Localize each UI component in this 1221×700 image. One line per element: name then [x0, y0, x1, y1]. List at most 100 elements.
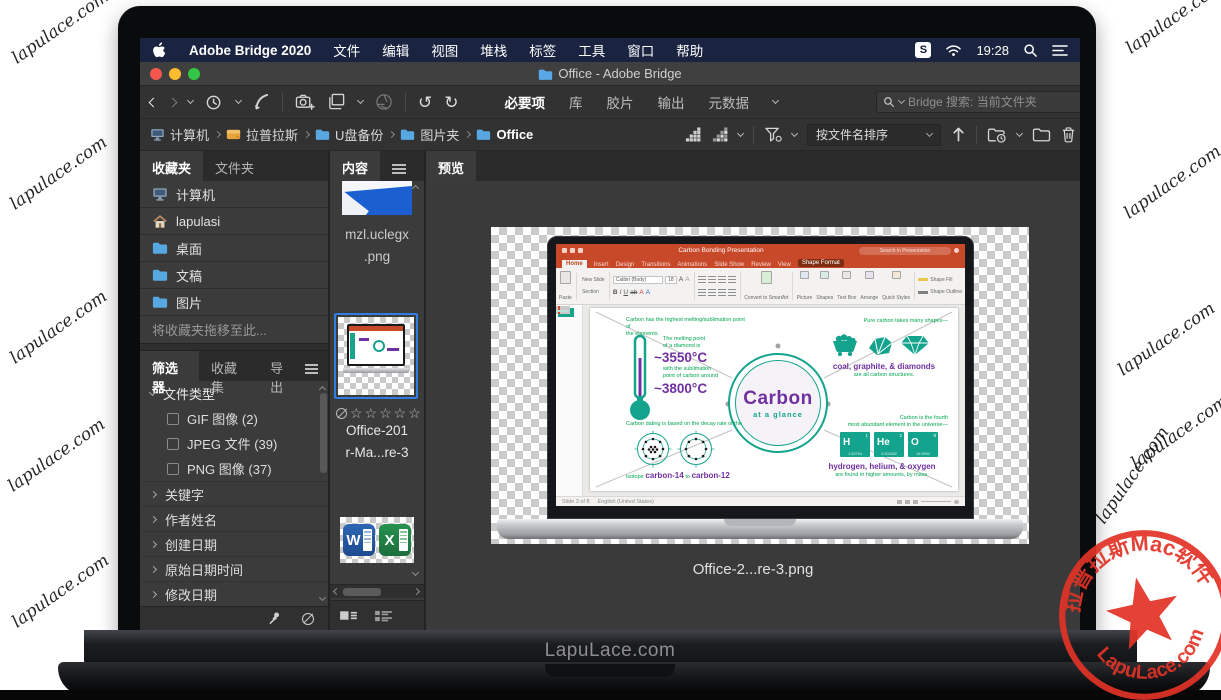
filter-gif[interactable]: GIF 图像 (2): [140, 406, 328, 431]
workspace-tab-metadata[interactable]: 元数据: [709, 92, 750, 112]
workspace-tab-libraries[interactable]: 库: [569, 92, 583, 112]
filter-group-keywords[interactable]: 关键字: [140, 481, 328, 506]
search-input[interactable]: [908, 95, 1075, 109]
scroll-down-icon[interactable]: [412, 569, 419, 576]
melting-point-value: ~3550°C: [654, 350, 707, 365]
recent-chevron-down-icon[interactable]: [1016, 129, 1023, 136]
workspace-tab-filmstrip[interactable]: 胶片: [607, 92, 634, 112]
filter-funnel-icon[interactable]: [764, 126, 782, 143]
tab-content[interactable]: 内容: [330, 151, 380, 181]
spotlight-search-icon[interactable]: [1023, 43, 1038, 58]
favorite-item-pictures[interactable]: 图片: [140, 289, 328, 316]
scroll-up-icon[interactable]: [412, 185, 419, 192]
checkbox[interactable]: [167, 438, 179, 450]
clock-time[interactable]: 19:28: [976, 43, 1009, 58]
favorite-item-documents[interactable]: 文稿: [140, 262, 328, 289]
breadcrumb-usb-backup[interactable]: U盘备份: [315, 125, 383, 144]
menu-help[interactable]: 帮助: [676, 40, 703, 60]
filter-png[interactable]: PNG 图像 (37): [140, 456, 328, 481]
trash-icon[interactable]: [1061, 126, 1076, 143]
boomerang-icon[interactable]: [253, 93, 270, 112]
window-title-bar[interactable]: Office - Adobe Bridge: [140, 62, 1080, 86]
rotate-right-icon[interactable]: ↻: [444, 94, 458, 111]
new-folder-icon[interactable]: [1032, 127, 1051, 143]
nav-chevron-down-icon[interactable]: [187, 97, 194, 104]
scroll-right-icon[interactable]: [413, 588, 420, 595]
stack-chevron-down-icon[interactable]: [357, 97, 364, 104]
scroll-left-icon[interactable]: [333, 588, 340, 595]
input-method-icon[interactable]: S: [915, 42, 931, 58]
filter-group-filetype[interactable]: 文件类型: [140, 381, 328, 406]
checkbox[interactable]: [167, 463, 179, 475]
menu-list-icon[interactable]: [1052, 44, 1068, 57]
menu-window[interactable]: 窗口: [627, 40, 654, 60]
filter-group-date-modified[interactable]: 修改日期: [140, 581, 328, 606]
list-view-icon[interactable]: [374, 609, 393, 623]
apple-logo-icon[interactable]: [152, 42, 167, 59]
tab-filter[interactable]: 筛选器: [140, 351, 199, 381]
thumbnail-view-icon[interactable]: [339, 609, 358, 623]
panel-splitter[interactable]: [140, 343, 328, 351]
path-bar: 计算机 拉普拉斯 U盘备份 图片夹 Office 按文件名排序: [140, 119, 1080, 151]
content-menu-icon[interactable]: [392, 164, 406, 181]
horizontal-scrollbar[interactable]: [330, 584, 424, 598]
scrollbar-thumb[interactable]: [343, 588, 381, 596]
sort-dropdown[interactable]: 按文件名排序: [807, 124, 941, 146]
checkbox[interactable]: [167, 413, 179, 425]
file-thumbnail-office-selected[interactable]: [334, 313, 418, 399]
filter-group-author[interactable]: 作者姓名: [140, 506, 328, 531]
filter-chevron-down-icon[interactable]: [791, 129, 798, 136]
app-menu-title[interactable]: Adobe Bridge 2020: [189, 43, 311, 58]
filter-group-date-created[interactable]: 创建日期: [140, 531, 328, 556]
quality-embedded-icon[interactable]: [684, 127, 701, 143]
breadcrumb-drive[interactable]: 拉普拉斯: [226, 125, 298, 144]
recent-folder-icon[interactable]: [987, 127, 1007, 143]
workspace-tab-output[interactable]: 输出: [658, 92, 685, 112]
wifi-icon[interactable]: [945, 43, 962, 57]
camera-import-icon[interactable]: [295, 93, 315, 111]
breadcrumb-pictures[interactable]: 图片夹: [400, 125, 459, 144]
forward-icon[interactable]: [168, 97, 178, 107]
workspace-tab-essentials[interactable]: 必要项: [505, 92, 546, 112]
stack-icon[interactable]: [327, 93, 346, 111]
filter-group-date-original[interactable]: 原始日期时间: [140, 556, 328, 581]
workspace-chevron-down-icon[interactable]: [772, 97, 779, 104]
filter-scrollbar-thumb[interactable]: [320, 393, 327, 473]
tab-folders[interactable]: 文件夹: [203, 151, 266, 181]
tab-preview[interactable]: 预览: [426, 151, 476, 181]
no-rating-icon[interactable]: [336, 408, 347, 419]
menu-edit[interactable]: 编辑: [382, 40, 409, 60]
sort-ascending-icon[interactable]: [951, 126, 966, 143]
back-icon[interactable]: [149, 97, 159, 107]
search-scope-chevron-icon[interactable]: [898, 97, 905, 104]
menu-stacks[interactable]: 堆栈: [480, 40, 507, 60]
preview-image[interactable]: Carbon Bonding Presentation Search in Pr…: [491, 227, 1029, 544]
menu-label[interactable]: 标签: [529, 40, 556, 60]
quality-chevron-down-icon[interactable]: [737, 129, 744, 136]
menu-view[interactable]: 视图: [431, 40, 458, 60]
quality-hq-icon[interactable]: [711, 127, 728, 143]
tab-favorites[interactable]: 收藏夹: [140, 151, 203, 181]
tab-export[interactable]: 导出: [258, 351, 305, 381]
history-chevron-down-icon[interactable]: [235, 97, 242, 104]
rating-row[interactable]: ☆☆☆☆☆: [336, 405, 424, 422]
rotate-left-icon[interactable]: ↺: [418, 94, 432, 111]
favorite-item-desktop[interactable]: 桌面: [140, 235, 328, 262]
star-rating[interactable]: ☆☆☆☆☆: [350, 405, 423, 422]
breadcrumb-office[interactable]: Office: [476, 127, 533, 142]
bridge-search-field[interactable]: [876, 91, 1080, 113]
menu-tools[interactable]: 工具: [578, 40, 605, 60]
filter-menu-icon[interactable]: [305, 364, 318, 381]
clear-filter-icon[interactable]: [302, 613, 314, 625]
file-thumbnail-mzl[interactable]: [342, 181, 412, 215]
tab-collections[interactable]: 收藏集: [199, 351, 258, 381]
breadcrumb-computer[interactable]: 计算机: [150, 125, 209, 144]
file-thumbnail-docs[interactable]: W X: [340, 517, 414, 563]
aperture-icon[interactable]: [375, 93, 393, 111]
pin-icon[interactable]: [267, 611, 282, 626]
filter-jpeg[interactable]: JPEG 文件 (39): [140, 431, 328, 456]
favorite-item-computer[interactable]: 计算机: [140, 181, 328, 208]
history-icon[interactable]: [205, 93, 224, 112]
menu-file[interactable]: 文件: [333, 40, 360, 60]
favorite-item-home[interactable]: lapulasi: [140, 208, 328, 235]
